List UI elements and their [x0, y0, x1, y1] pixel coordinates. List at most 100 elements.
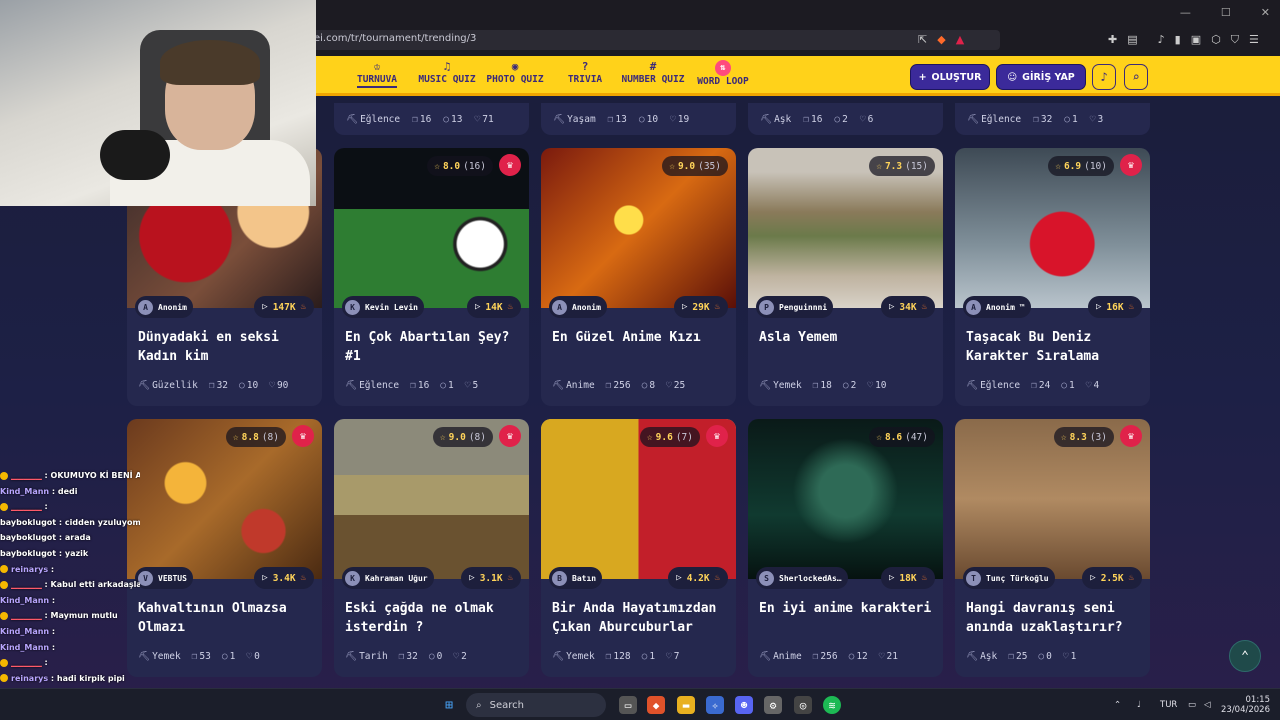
card-title[interactable]: Hangi davranış seni anında uzaklaştırır? — [966, 599, 1144, 637]
card-thumbnail[interactable] — [955, 419, 1150, 579]
tournament-card[interactable]: ☆ 7.3 (15) P Penguinnni ▷ 34K ♨ Asla Yemem ⛏ Yemek… — [748, 148, 943, 406]
chat-username[interactable]: bayboklugot — [0, 549, 56, 558]
nav-music-quiz[interactable]: ♫ MUSIC QUIZ — [412, 60, 482, 85]
likes-count[interactable]: ♡ 4 — [1086, 380, 1099, 391]
chat-username[interactable]: reinarys — [11, 674, 48, 683]
tournament-card[interactable]: ☆ 6.9 (10) ♛ A Anonim ™ ▷ 16K ♨ Taşacak Bu Deniz … — [955, 148, 1150, 406]
category-label[interactable]: ⛏ Yemek — [138, 651, 181, 662]
category-label[interactable]: ⛏ Anime — [552, 380, 595, 391]
address-bar[interactable]: ei.com/tr/tournament/trending/3 — [300, 30, 1000, 50]
card-title[interactable]: Dünyadaki en seksi Kadın kim — [138, 328, 316, 366]
brave-shield-icon[interactable]: ◆ — [937, 33, 945, 46]
chat-username[interactable]: bayboklugot — [0, 533, 56, 542]
share-icon[interactable]: ⇱ — [918, 33, 927, 46]
category-label[interactable]: ⛏ Tarih — [345, 651, 388, 662]
spotify-icon[interactable]: ≋ — [823, 696, 841, 714]
author-chip[interactable]: T Tunç Türkoğlu — [963, 567, 1055, 589]
author-chip[interactable]: K Kahraman Uğur — [342, 567, 434, 589]
tournament-card[interactable]: ☆ 9.0 (35) A Anonim ▷ 29K ♨ En Güzel Anime Kızı ⛏… — [541, 148, 736, 406]
likes-count[interactable]: ♡ 2 — [453, 651, 466, 662]
start-icon[interactable]: ⊞ — [440, 696, 458, 714]
create-button[interactable]: + OLUŞTUR — [910, 64, 990, 90]
likes-count[interactable]: ♡ 0 — [246, 651, 259, 662]
minimize-icon[interactable]: — — [1180, 6, 1191, 19]
search-button[interactable]: ⌕ — [1124, 64, 1148, 90]
tournament-card[interactable]: ☆ 8.0 (16) ♛ K Kevin Levin ▷ 14K ♨ En Çok Abartıl… — [334, 148, 529, 406]
author-chip[interactable]: P Penguinnni — [756, 296, 834, 318]
tournament-card[interactable]: ☆ 8.6 (47) S SherlockedAs… ▷ 18K ♨ En iyi anime … — [748, 419, 943, 677]
card-title[interactable]: En iyi anime karakteri — [759, 599, 937, 618]
folder-icon[interactable]: ▬ — [677, 696, 695, 714]
card-thumbnail[interactable] — [541, 419, 736, 579]
card-thumbnail[interactable] — [127, 419, 322, 579]
card-title[interactable]: Bir Anda Hayatımızdan Çıkan Aburcuburlar — [552, 599, 730, 637]
taskbar-search[interactable]: ⌕ Search — [466, 693, 606, 717]
author-chip[interactable]: A Anonim ™ — [963, 296, 1031, 318]
author-chip[interactable]: S SherlockedAs… — [756, 567, 848, 589]
settings-icon[interactable]: ⚙ — [764, 696, 782, 714]
chat-username[interactable]: Kind_Mann — [0, 643, 49, 652]
category-label[interactable]: ⛏ Yemek — [759, 380, 802, 391]
tournament-card[interactable]: ☆ 8.3 (3) ♛ T Tunç Türkoğlu ▷ 2.5K ♨ Hangi davran… — [955, 419, 1150, 677]
category-label[interactable]: ⛏ Yemek — [552, 651, 595, 662]
likes-count[interactable]: ♡ 3 — [1090, 114, 1103, 125]
likes-count[interactable]: ♡ 90 — [269, 380, 288, 391]
rewards-icon[interactable]: ▲ — [956, 33, 964, 46]
author-chip[interactable]: B Batın — [549, 567, 603, 589]
chat-username[interactable]: Kind_Mann — [0, 627, 49, 636]
category-label[interactable]: ⛏ Eğlence — [967, 114, 1021, 125]
menu-icon[interactable]: ☰ — [1249, 33, 1259, 47]
likes-count[interactable]: ♡ 25 — [666, 380, 685, 391]
notifications-button[interactable]: ♪ — [1092, 64, 1116, 90]
tournament-card[interactable]: ☆ 8.8 (8) ♛ V VEBTUS ▷ 3.4K ♨ Kahvaltının Olmazsa… — [127, 419, 322, 677]
wallet-icon[interactable]: ▣ — [1191, 33, 1201, 47]
vpn-icon[interactable]: ⬡ — [1211, 33, 1221, 47]
likes-count[interactable]: ♡ 21 — [879, 651, 898, 662]
login-button[interactable]: ☺ GİRİŞ YAP — [996, 64, 1086, 90]
card-thumbnail[interactable] — [334, 419, 529, 579]
author-chip[interactable]: A Anonim — [135, 296, 193, 318]
card-title[interactable]: Eski çağda ne olmak isterdin ? — [345, 599, 523, 637]
network-icon[interactable]: ▭ — [1188, 700, 1196, 710]
category-label[interactable]: ⛏ Anime — [759, 651, 802, 662]
author-chip[interactable]: A Anonim — [549, 296, 607, 318]
nav-trivia[interactable]: ? TRIVIA — [550, 60, 620, 85]
tournament-card[interactable]: ☆ 9.0 (8) ♛ K Kahraman Uğur ▷ 3.1K ♨ Eski çağda n… — [334, 419, 529, 677]
category-label[interactable]: ⛏ Yaşam — [553, 114, 596, 125]
nav-number-quiz[interactable]: # NUMBER QUIZ — [618, 60, 688, 85]
obs-icon[interactable]: ◎ — [794, 696, 812, 714]
card-title[interactable]: En Çok Abartılan Şey? #1 — [345, 328, 523, 366]
discord-icon[interactable]: ☻ — [735, 696, 753, 714]
chat-username[interactable]: Kind_Mann — [0, 487, 49, 496]
category-label[interactable]: ⛏ Eğlence — [345, 380, 399, 391]
likes-count[interactable]: ♡ 6 — [860, 114, 873, 125]
likes-count[interactable]: ♡ 19 — [670, 114, 689, 125]
category-label[interactable]: ⛏ Eğlence — [966, 380, 1020, 391]
nav-photo-quiz[interactable]: ◉ PHOTO QUIZ — [480, 60, 550, 85]
category-label[interactable]: ⛏ Eğlence — [346, 114, 400, 125]
nav-turnuva[interactable]: ♔ TURNUVA — [342, 60, 412, 88]
app-icon[interactable]: ✧ — [706, 696, 724, 714]
close-icon[interactable]: ✕ — [1261, 6, 1270, 19]
media-icon[interactable]: ♪ — [1158, 33, 1165, 47]
likes-count[interactable]: ♡ 1 — [1063, 651, 1076, 662]
sidebar-icon[interactable]: ▮ — [1175, 33, 1181, 47]
likes-count[interactable]: ♡ 5 — [465, 380, 478, 391]
chat-username[interactable]: reinarys — [11, 565, 48, 574]
chat-username[interactable]: Kind_Mann — [0, 596, 49, 605]
language-indicator[interactable]: TUR — [1160, 700, 1177, 710]
scroll-to-top-button[interactable]: ⌃ — [1229, 640, 1261, 672]
author-chip[interactable]: V VEBTUS — [135, 567, 193, 589]
card-title[interactable]: En Güzel Anime Kızı — [552, 328, 730, 347]
card-title[interactable]: Taşacak Bu Deniz Karakter Sıralama — [966, 328, 1144, 366]
nav-word-loop[interactable]: ⇅ WORD LOOP — [688, 60, 758, 87]
likes-count[interactable]: ♡ 7 — [666, 651, 679, 662]
likes-count[interactable]: ♡ 10 — [867, 380, 886, 391]
tray-chevron-icon[interactable]: ⌃ — [1114, 700, 1121, 710]
tournament-card[interactable]: ☆ 9.6 (7) ♛ B Batın ▷ 4.2K ♨ Bir Anda Hayatımızda… — [541, 419, 736, 677]
card-title[interactable]: Asla Yemem — [759, 328, 937, 347]
card-title[interactable]: Kahvaltının Olmazsa Olmazı — [138, 599, 316, 637]
clock[interactable]: 01:15 23/04/2026 — [1220, 695, 1270, 715]
reader-icon[interactable]: ▤ — [1127, 33, 1137, 47]
shield-icon[interactable]: ⛉ — [1231, 33, 1239, 47]
